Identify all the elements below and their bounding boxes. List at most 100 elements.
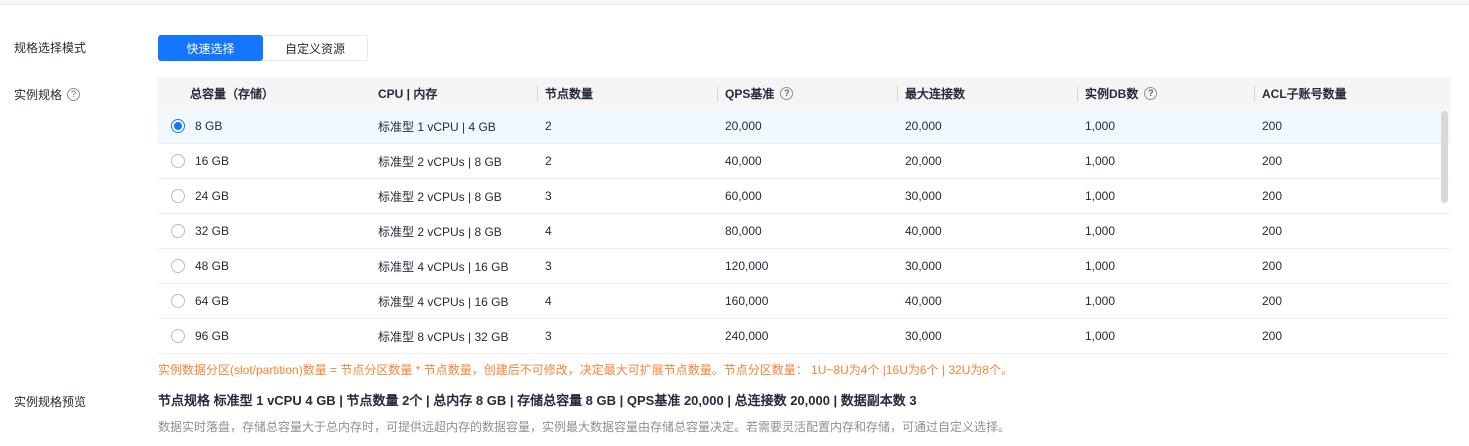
- tab-quick-select[interactable]: 快速选择: [158, 35, 263, 61]
- cell-acl: 200: [1262, 294, 1450, 308]
- cell-qps: 240,000: [725, 329, 905, 343]
- cell-acl: 200: [1262, 154, 1450, 168]
- cell-value: 标准型 2 vCPUs | 8 GB: [378, 189, 502, 204]
- cell-capacity: 8 GB: [158, 119, 378, 133]
- cell-value: 标准型 4 vCPUs | 16 GB: [378, 294, 509, 309]
- cell-value: 200: [1262, 294, 1283, 308]
- cell-value: 标准型 2 vCPUs | 8 GB: [378, 224, 502, 239]
- table-row[interactable]: 24 GB 标准型 2 vCPUs | 8 GB 3 60,000 30,000 1,00…: [158, 179, 1450, 214]
- cell-db_count: 1,000: [1085, 259, 1262, 273]
- help-icon[interactable]: ?: [67, 88, 81, 101]
- cell-acl: 200: [1262, 189, 1450, 203]
- column-header: 最大连接数: [897, 85, 1085, 102]
- spec-label-text: 实例规格: [14, 88, 63, 102]
- cell-max_conn: 30,000: [905, 329, 1085, 343]
- cell-value: 1,000: [1085, 189, 1116, 203]
- cell-value: 1,000: [1085, 224, 1116, 238]
- cell-value: 30,000: [905, 259, 942, 273]
- cell-acl: 200: [1262, 259, 1450, 273]
- cell-value: 80,000: [725, 224, 762, 238]
- cell-value: 1,000: [1085, 329, 1116, 343]
- cell-value: 48 GB: [195, 259, 230, 273]
- cell-capacity: 96 GB: [158, 329, 378, 343]
- cell-acl: 200: [1262, 224, 1450, 238]
- cell-value: 40,000: [905, 224, 942, 238]
- cell-value: 标准型 8 vCPUs | 32 GB: [378, 329, 509, 344]
- column-header: CPU | 内存: [378, 85, 545, 102]
- radio-button[interactable]: [171, 119, 185, 133]
- radio-button[interactable]: [171, 189, 185, 203]
- column-header-label: 节点数量: [545, 86, 594, 101]
- cell-nodes: 3: [545, 189, 725, 203]
- cell-value: 3: [545, 189, 552, 203]
- cell-max_conn: 20,000: [905, 119, 1085, 133]
- tab-custom-resource[interactable]: 自定义资源: [263, 35, 368, 61]
- mode-label: 规格选择模式: [14, 41, 87, 55]
- cell-value: 60,000: [725, 189, 762, 203]
- radio-button[interactable]: [171, 259, 185, 273]
- cell-nodes: 2: [545, 154, 725, 168]
- cell-value: 1,000: [1085, 154, 1116, 168]
- cell-value: 32 GB: [195, 224, 230, 238]
- cell-qps: 20,000: [725, 119, 905, 133]
- cell-value: 30,000: [905, 189, 942, 203]
- preview-description: 数据实时落盘，存储总容量大于总内存时，可提供远超内存的数据容量，实例最大数据容量…: [158, 420, 1011, 434]
- column-header: 实例DB数?: [1077, 85, 1262, 102]
- cell-max_conn: 40,000: [905, 224, 1085, 238]
- table-row[interactable]: 96 GB 标准型 8 vCPUs | 32 GB 3 240,000 30,000 1,…: [158, 319, 1450, 354]
- cell-capacity: 64 GB: [158, 294, 378, 308]
- cell-value: 1,000: [1085, 259, 1116, 273]
- cell-value: 96 GB: [195, 329, 230, 343]
- cell-cpu_mem: 标准型 2 vCPUs | 8 GB: [378, 153, 545, 170]
- partition-note: 实例数据分区(slot/partition)数量 = 节点分区数量 * 节点数量…: [158, 363, 1014, 377]
- cell-value: 64 GB: [195, 294, 230, 308]
- cell-value: 16 GB: [195, 154, 230, 168]
- table-header: 总容量（存储） CPU | 内存 节点数量 QPS基准? 最大连接数 实例DB数? ACL子…: [158, 77, 1450, 109]
- cell-db_count: 1,000: [1085, 154, 1262, 168]
- table-row[interactable]: 48 GB 标准型 4 vCPUs | 16 GB 3 120,000 30,000 1,…: [158, 249, 1450, 284]
- help-icon[interactable]: ?: [1144, 86, 1158, 100]
- radio-button[interactable]: [171, 154, 185, 168]
- radio-button[interactable]: [171, 224, 185, 238]
- top-divider: [0, 0, 1469, 5]
- table-row[interactable]: 64 GB 标准型 4 vCPUs | 16 GB 4 160,000 40,000 1,…: [158, 284, 1450, 319]
- help-icon[interactable]: ?: [780, 86, 794, 100]
- cell-cpu_mem: 标准型 2 vCPUs | 8 GB: [378, 223, 545, 240]
- cell-value: 24 GB: [195, 189, 230, 203]
- cell-nodes: 3: [545, 259, 725, 273]
- table-row[interactable]: 16 GB 标准型 2 vCPUs | 8 GB 2 40,000 20,000 1,00…: [158, 144, 1450, 179]
- spec-label: 实例规格 ?: [14, 77, 158, 103]
- cell-value: 200: [1262, 224, 1283, 238]
- cell-acl: 200: [1262, 329, 1450, 343]
- table-row[interactable]: 8 GB 标准型 1 vCPU | 4 GB 2 20,000 20,000 1,000 2…: [158, 109, 1450, 144]
- cell-cpu_mem: 标准型 1 vCPU | 4 GB: [378, 118, 545, 135]
- cell-nodes: 4: [545, 224, 725, 238]
- scrollbar-thumb[interactable]: [1441, 111, 1448, 203]
- cell-value: 2: [545, 119, 552, 133]
- radio-button[interactable]: [171, 329, 185, 343]
- cell-qps: 40,000: [725, 154, 905, 168]
- cell-value: 标准型 4 vCPUs | 16 GB: [378, 259, 509, 274]
- column-header: 总容量（存储）: [158, 85, 378, 102]
- spec-selection-panel: 规格选择模式 快速选择 自定义资源 实例规格 ? 总容量（存储） CPU | 内存 节…: [0, 35, 1469, 435]
- cell-db_count: 1,000: [1085, 294, 1262, 308]
- column-header-label: 最大连接数: [905, 86, 966, 101]
- cell-value: 40,000: [725, 154, 762, 168]
- cell-value: 3: [545, 259, 552, 273]
- cell-cpu_mem: 标准型 4 vCPUs | 16 GB: [378, 258, 545, 275]
- cell-value: 标准型 1 vCPU | 4 GB: [378, 119, 496, 134]
- column-header: ACL子账号数量: [1254, 85, 1450, 102]
- cell-value: 200: [1262, 189, 1283, 203]
- radio-button[interactable]: [171, 294, 185, 308]
- cell-value: 20,000: [905, 119, 942, 133]
- table-body: 8 GB 标准型 1 vCPU | 4 GB 2 20,000 20,000 1,000 2…: [158, 109, 1450, 354]
- column-header-label: CPU | 内存: [378, 86, 438, 101]
- cell-value: 8 GB: [195, 119, 223, 133]
- column-header: 节点数量: [537, 85, 725, 102]
- cell-capacity: 16 GB: [158, 154, 378, 168]
- cell-value: 20,000: [725, 119, 762, 133]
- cell-qps: 80,000: [725, 224, 905, 238]
- table-row[interactable]: 32 GB 标准型 2 vCPUs | 8 GB 4 80,000 40,000 1,00…: [158, 214, 1450, 249]
- column-header-label: QPS基准: [725, 86, 775, 101]
- cell-max_conn: 40,000: [905, 294, 1085, 308]
